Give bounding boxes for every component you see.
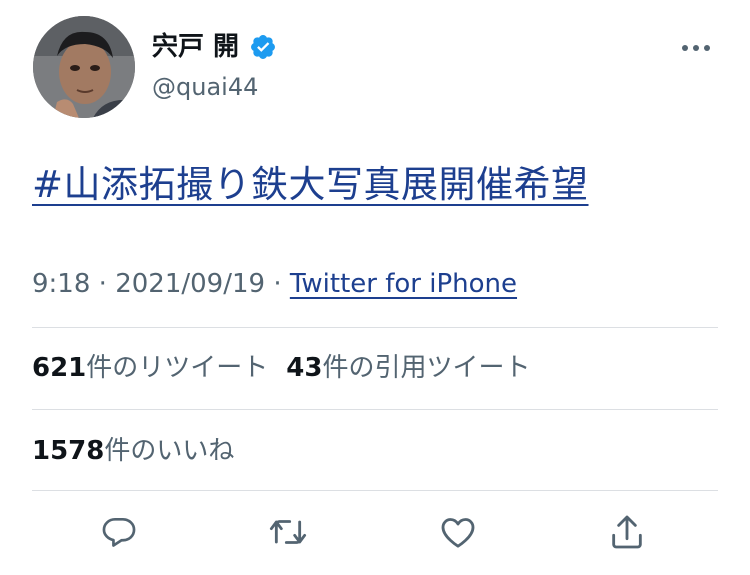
verified-badge-icon (249, 33, 277, 61)
reply-icon (102, 517, 136, 547)
tweet-detail: 宍戸 開 @quai44 #山添拓撮り鉄大写真展開催希望 9:18 · 2021… (0, 0, 750, 575)
avatar-photo (33, 16, 135, 118)
tweet-meta: 9:18 · 2021/09/19 · Twitter for iPhone (32, 266, 517, 302)
more-options-button[interactable] (678, 34, 714, 62)
meta-separator: · (98, 269, 107, 299)
reply-button[interactable] (97, 510, 141, 554)
share-icon (612, 515, 642, 549)
retweets-link[interactable]: 621件のリツイート (32, 353, 268, 383)
divider (32, 409, 718, 410)
quotes-count: 43 (286, 353, 323, 383)
meta-separator: · (273, 269, 282, 299)
heart-icon (441, 518, 475, 548)
tweet-time: 9:18 (32, 269, 91, 299)
display-name-text: 宍戸 開 (152, 32, 240, 62)
retweets-count: 621 (32, 353, 87, 383)
quotes-link[interactable]: 43件の引用ツイート (286, 353, 530, 383)
likes-label: 件のいいね (104, 436, 235, 466)
divider (32, 327, 718, 328)
retweets-label: 件のリツイート (86, 353, 269, 383)
tweet-source-link[interactable]: Twitter for iPhone (290, 269, 517, 299)
likes-stats: 1578件のいいね (32, 433, 234, 469)
avatar[interactable] (33, 16, 135, 118)
quotes-label: 件の引用ツイート (322, 353, 531, 383)
retweet-stats: 621件のリツイート 43件の引用ツイート (32, 350, 531, 386)
user-handle[interactable]: @quai44 (152, 71, 258, 103)
likes-count: 1578 (32, 436, 105, 466)
tweet-hashtag-link[interactable]: #山添拓撮り鉄大写真展開催希望 (32, 160, 589, 210)
tweet-date: 2021/09/19 (115, 269, 266, 299)
more-options-icon (682, 45, 710, 51)
like-button[interactable] (436, 510, 480, 554)
likes-link[interactable]: 1578件のいいね (32, 436, 234, 466)
share-button[interactable] (605, 510, 649, 554)
tweet-actions-bar (32, 510, 718, 560)
divider (32, 490, 718, 491)
retweet-icon (269, 520, 307, 544)
retweet-button[interactable] (266, 510, 310, 554)
display-name[interactable]: 宍戸 開 (152, 29, 277, 65)
